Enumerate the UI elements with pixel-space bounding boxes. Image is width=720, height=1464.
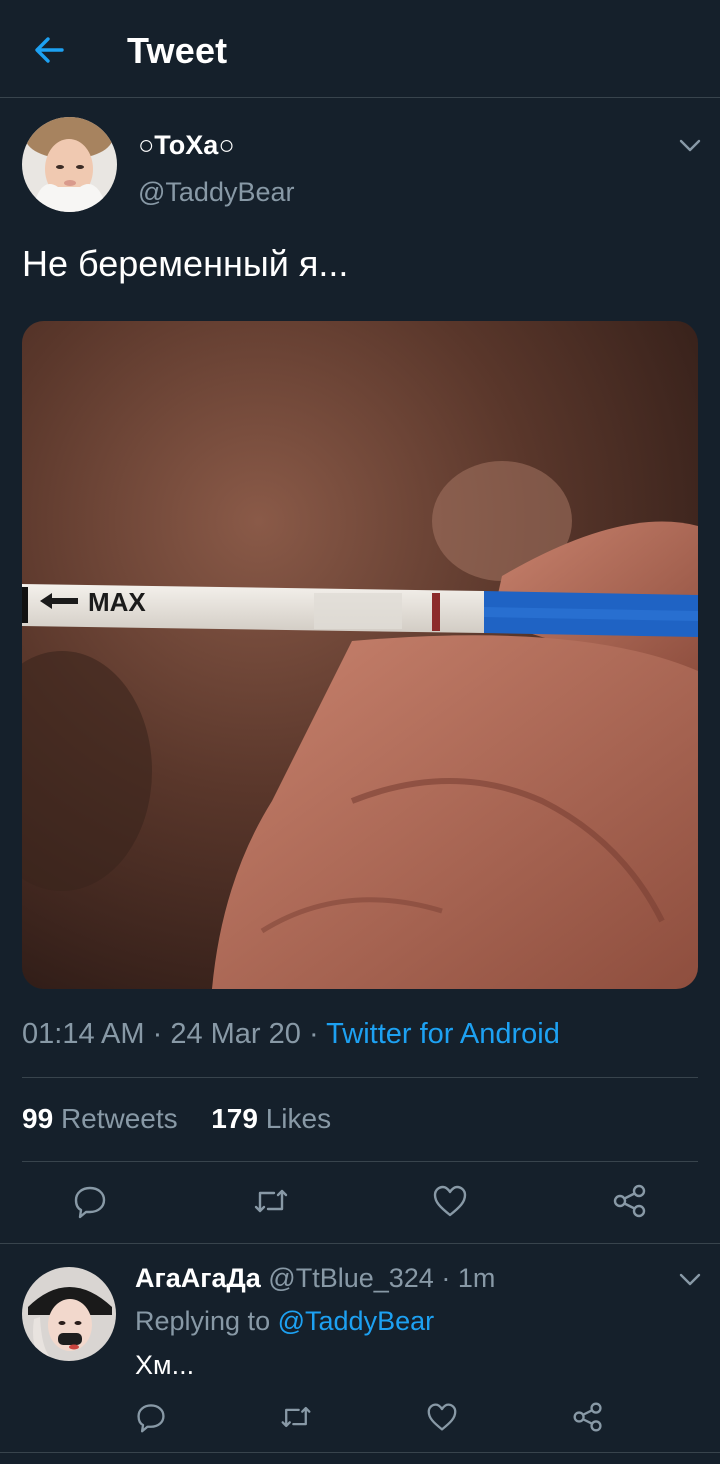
chevron-down-icon: [679, 139, 701, 152]
replying-to-line: Replying to @TaddyBear: [135, 1306, 434, 1337]
replying-to-mention[interactable]: @TaddyBear: [278, 1306, 435, 1336]
reply-author-handle[interactable]: @TtBlue_324: [268, 1263, 434, 1293]
comment-icon: [137, 1404, 165, 1433]
reply-avatar[interactable]: [22, 1267, 116, 1361]
tweet-stats: 99 Retweets 179 Likes: [22, 1103, 331, 1135]
likes-count: 179: [211, 1103, 258, 1134]
avatar-image: [22, 1267, 116, 1361]
avatar[interactable]: [22, 117, 117, 212]
tweet-media-photo[interactable]: MAX: [22, 321, 698, 989]
divider: [0, 1452, 720, 1453]
tweet-options-button[interactable]: [676, 131, 704, 159]
tweet-timestamp: 01:14 AM · 24 Mar 20 · Twitter for Andro…: [22, 1018, 560, 1050]
divider: [22, 1161, 698, 1162]
retweet-icon: [254, 1189, 288, 1213]
retweets-count: 99: [22, 1103, 54, 1134]
arrow-left-icon: [35, 37, 64, 63]
reply-retweet-button[interactable]: [279, 1401, 313, 1438]
top-bar: Tweet: [0, 0, 720, 98]
tweet-time: 01:14 AM: [22, 1018, 145, 1050]
replying-to-label: Replying to: [135, 1306, 271, 1336]
reply-author-display-name[interactable]: АгаАгаДа: [135, 1263, 261, 1293]
reply-reply-button[interactable]: [135, 1401, 167, 1438]
like-button[interactable]: [432, 1184, 468, 1223]
reply-author-line: АгаАгаДа @TtBlue_324 · 1m: [135, 1263, 496, 1293]
strip-label: MAX: [88, 587, 146, 617]
likes-count-link[interactable]: 179 Likes: [211, 1103, 331, 1134]
retweets-label: Retweets: [60, 1103, 178, 1134]
likes-label: Likes: [265, 1103, 332, 1134]
tweet-date: 24 Mar 20: [170, 1018, 301, 1050]
reply-options-button[interactable]: [676, 1265, 704, 1293]
retweet-icon: [281, 1406, 311, 1428]
reply-text: Хм...: [135, 1350, 195, 1380]
reply-like-button[interactable]: [426, 1402, 458, 1437]
chevron-down-icon: [679, 1273, 701, 1286]
reply-share-button[interactable]: [572, 1401, 604, 1438]
author-handle[interactable]: @TaddyBear: [138, 177, 295, 208]
back-button[interactable]: [28, 28, 72, 72]
tweet-source-link[interactable]: Twitter for Android: [326, 1018, 560, 1050]
page-title: Tweet: [127, 30, 228, 71]
comment-icon: [74, 1186, 106, 1219]
retweets-count-link[interactable]: 99 Retweets: [22, 1103, 178, 1134]
share-button[interactable]: [612, 1183, 648, 1224]
reply-time: 1m: [457, 1263, 496, 1293]
heart-icon: [433, 1185, 467, 1217]
reply-button[interactable]: [72, 1183, 108, 1224]
divider: [22, 1077, 698, 1078]
share-icon: [573, 1402, 602, 1432]
tweet-text: Не беременный я...: [22, 243, 349, 284]
share-icon: [613, 1184, 646, 1218]
avatar-image: [22, 117, 117, 212]
heart-icon: [427, 1403, 457, 1431]
divider: [0, 1243, 720, 1244]
author-display-name[interactable]: ○ToXa○: [138, 130, 235, 161]
pregnancy-test-photo: MAX: [22, 321, 698, 989]
retweet-button[interactable]: [252, 1183, 290, 1224]
